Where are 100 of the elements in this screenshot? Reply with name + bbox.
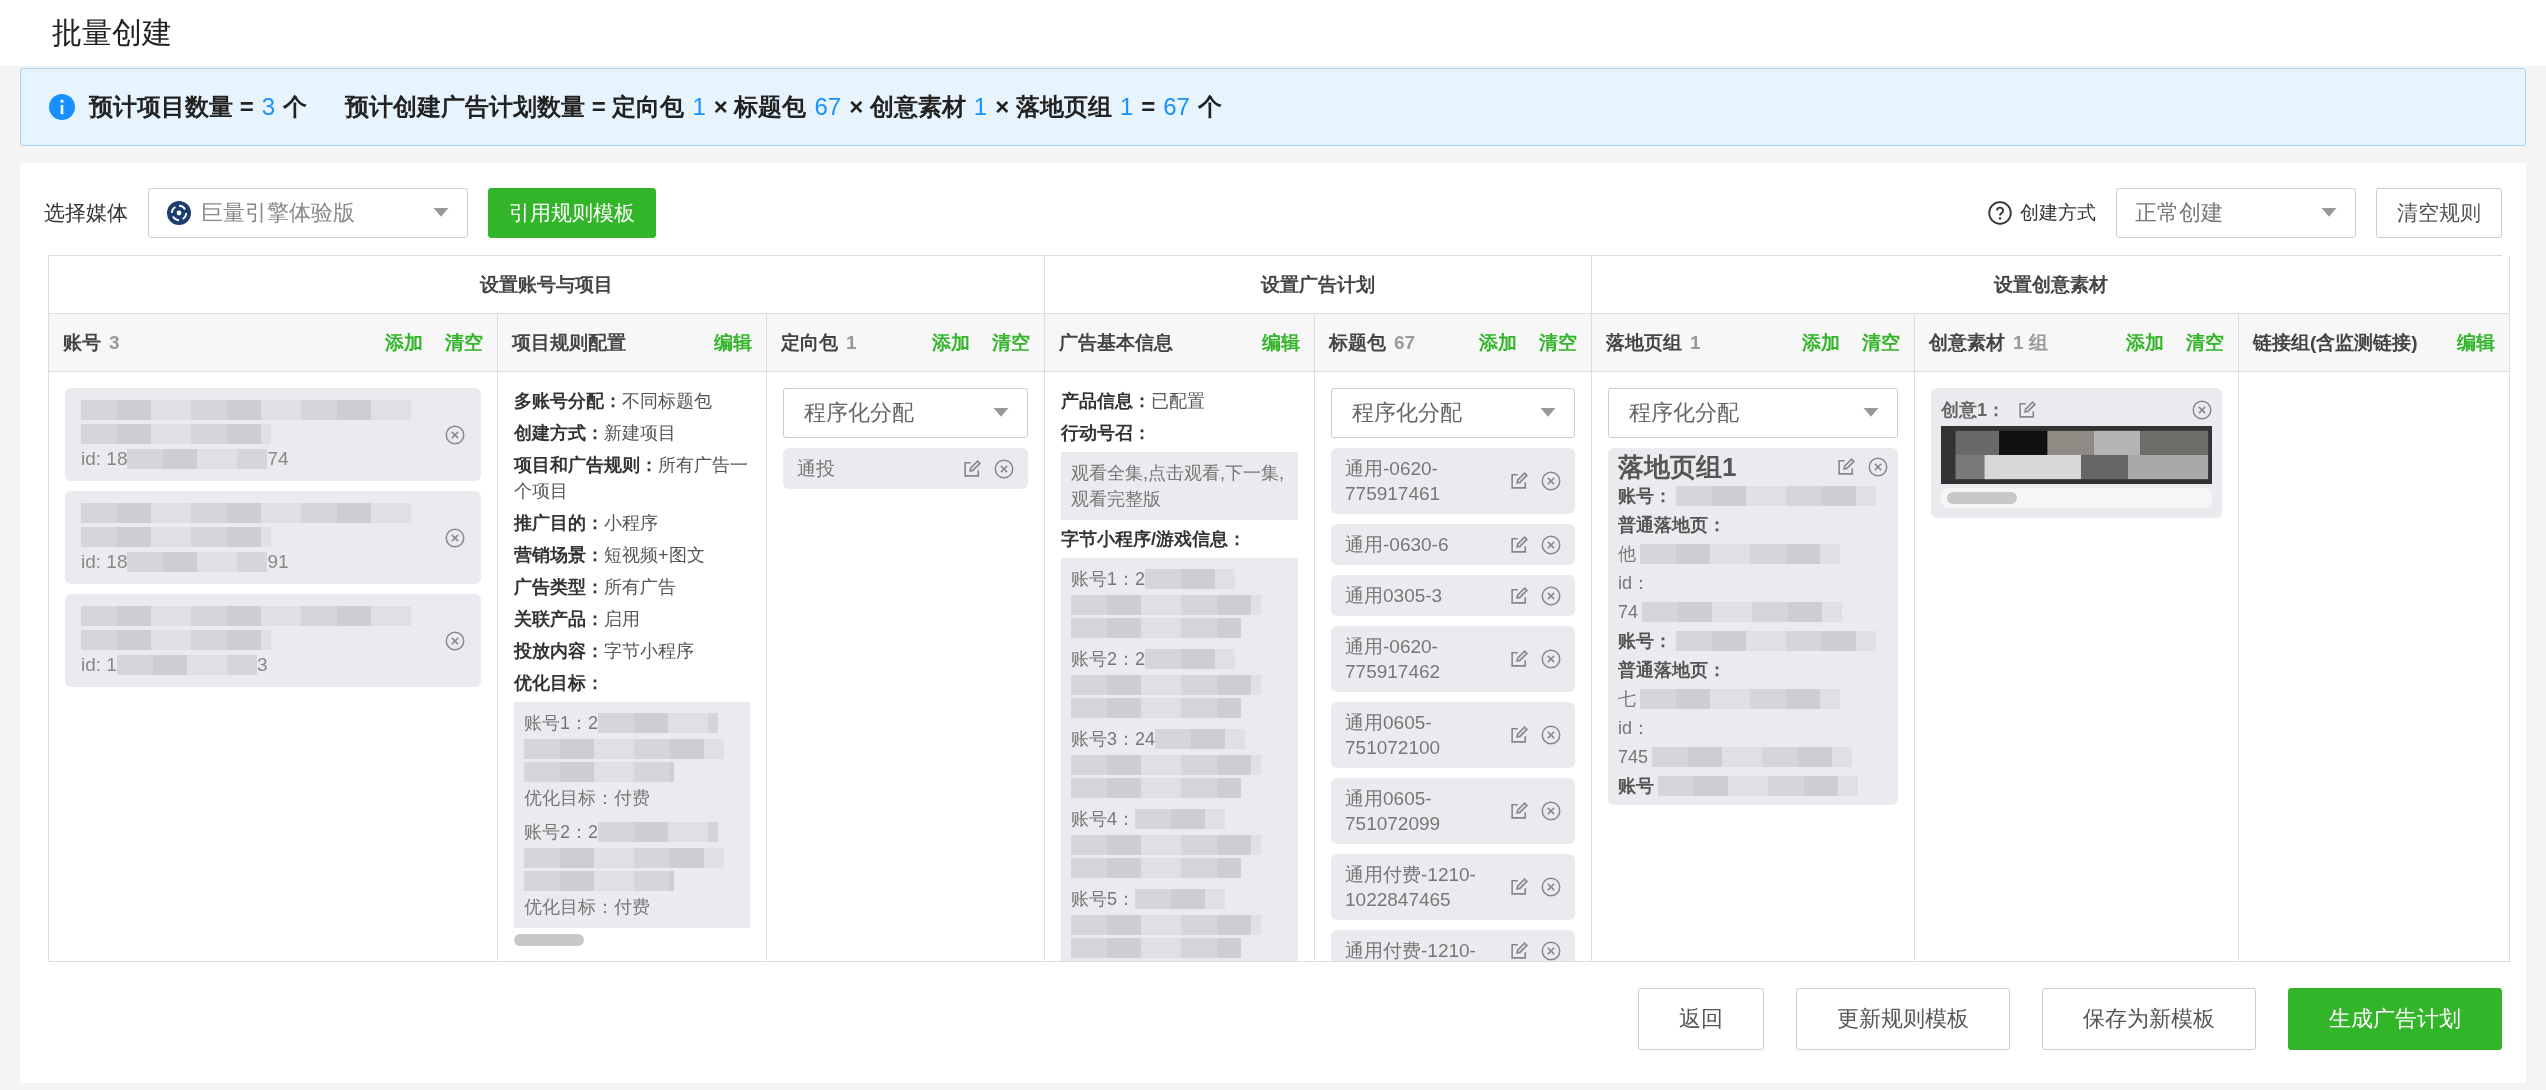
landing-page-text: 他 xyxy=(1618,543,1636,566)
allocation-select[interactable]: 程序化分配 xyxy=(1608,388,1898,438)
landing-page-text: id： xyxy=(1618,572,1650,595)
landing-page-text: 74 xyxy=(1618,601,1639,624)
goal-text: 优化目标：付费 xyxy=(524,896,651,919)
close-icon[interactable] xyxy=(1868,457,1888,477)
column-action-link[interactable]: 清空 xyxy=(1539,329,1577,356)
close-icon[interactable] xyxy=(1541,877,1561,897)
title-item: 通用-0620-775917461 xyxy=(1331,448,1575,514)
cta-label: 行动号召： xyxy=(1061,422,1152,445)
column-action-link[interactable]: 编辑 xyxy=(1262,329,1300,356)
summary-text: 个 xyxy=(1197,92,1222,122)
landing-page-text: 745 xyxy=(1618,746,1649,769)
column-title: 链接组(含监测链接) xyxy=(2253,330,2418,355)
title-item: 通用0605-751072100 xyxy=(1331,702,1575,768)
column-action-link[interactable]: 添加 xyxy=(932,329,970,356)
summary-text: × 标题包 xyxy=(713,92,807,122)
summary-text: × 落地页组 xyxy=(995,92,1112,122)
app-info-label: 字节小程序/游戏信息： xyxy=(1061,528,1247,551)
title-item: 通用0605-751072099 xyxy=(1331,778,1575,844)
edit-icon[interactable] xyxy=(2017,400,2037,420)
column-count: 1 组 xyxy=(2013,330,2048,355)
allocation-select[interactable]: 程序化分配 xyxy=(783,388,1028,438)
close-icon[interactable] xyxy=(445,424,465,445)
close-icon[interactable] xyxy=(445,527,465,548)
close-icon[interactable] xyxy=(445,630,465,651)
caret-down-icon xyxy=(2321,208,2337,218)
edit-icon[interactable] xyxy=(962,458,982,479)
rule-text: 广告类型：所有广告 xyxy=(514,576,677,599)
column-action-link[interactable]: 编辑 xyxy=(714,329,752,356)
account-id: id: 18 xyxy=(81,550,128,573)
rule-text: 项目和广告规则：所有广告一个项目 xyxy=(514,454,749,503)
caret-down-icon xyxy=(433,208,449,218)
app-account: 账号5： xyxy=(1071,888,1135,911)
template-button[interactable]: 引用规则模板 xyxy=(488,188,656,238)
rule-text: 投放内容：字节小程序 xyxy=(514,640,695,663)
close-icon[interactable] xyxy=(1541,725,1561,745)
column-action-link[interactable]: 添加 xyxy=(2126,329,2164,356)
scrollbar[interactable] xyxy=(514,934,584,946)
rule-text: 创建方式：新建项目 xyxy=(514,422,677,445)
scrollbar[interactable] xyxy=(1947,492,2017,504)
edit-icon[interactable] xyxy=(1509,725,1529,745)
media-label: 选择媒体 xyxy=(44,200,128,226)
rule-text: 多账号分配：不同标题包 xyxy=(514,390,713,413)
rule-text: 关联产品：启用 xyxy=(514,608,641,631)
edit-icon[interactable] xyxy=(1509,534,1529,555)
column-title: 项目规则配置 xyxy=(512,330,626,355)
close-icon[interactable] xyxy=(1541,585,1561,606)
media-select[interactable]: 巨量引擎体验版 xyxy=(148,188,468,238)
edit-icon[interactable] xyxy=(1509,877,1529,897)
landing-page-text: id： xyxy=(1618,717,1650,740)
column-action-link[interactable]: 添加 xyxy=(1802,329,1840,356)
title-item: 通用付费-1210-1022847465 xyxy=(1331,854,1575,920)
footer-button[interactable]: 返回 xyxy=(1638,988,1764,1050)
generate-button[interactable]: 生成广告计划 xyxy=(2288,988,2502,1050)
title-item: 通用-0620-775917462 xyxy=(1331,626,1575,692)
logo-icon xyxy=(167,201,191,225)
landing-page-text: 普通落地页： xyxy=(1618,514,1726,537)
create-mode-label: 创建方式 xyxy=(2020,201,2096,225)
account-id: id: 1 xyxy=(81,653,117,676)
goal-account: 账号1：2 xyxy=(524,712,599,735)
app-account: 账号4： xyxy=(1071,808,1135,831)
rule-text: 营销场景：短视频+图文 xyxy=(514,544,706,567)
close-icon[interactable] xyxy=(2192,400,2212,420)
column-action-link[interactable]: 清空 xyxy=(1862,329,1900,356)
close-icon[interactable] xyxy=(1541,649,1561,669)
edit-icon[interactable] xyxy=(1509,649,1529,669)
edit-icon[interactable] xyxy=(1509,471,1529,491)
rule-label: 优化目标： xyxy=(514,672,605,695)
close-icon[interactable] xyxy=(1541,801,1561,821)
app-account: 账号2：2 xyxy=(1071,648,1146,671)
creative-label: 创意1： xyxy=(1941,399,2005,422)
column-action-link[interactable]: 清空 xyxy=(992,329,1030,356)
title-item: 通用付费-1210- xyxy=(1331,930,1575,961)
landing-page-text: 普通落地页： xyxy=(1618,659,1726,682)
footer-button[interactable]: 更新规则模板 xyxy=(1796,988,2010,1050)
column-action-link[interactable]: 添加 xyxy=(385,329,423,356)
close-icon[interactable] xyxy=(1541,534,1561,555)
column-action-link[interactable]: 编辑 xyxy=(2457,329,2495,356)
landing-page-text: 账号 xyxy=(1618,775,1654,798)
summary-count: 1 xyxy=(692,93,706,121)
column-action-link[interactable]: 清空 xyxy=(2186,329,2224,356)
edit-icon[interactable] xyxy=(1509,940,1529,961)
footer-button[interactable]: 保存为新模板 xyxy=(2042,988,2256,1050)
help-icon[interactable] xyxy=(1988,201,2012,225)
column-action-link[interactable]: 添加 xyxy=(1479,329,1517,356)
edit-icon[interactable] xyxy=(1836,457,1856,477)
close-icon[interactable] xyxy=(994,458,1014,479)
summary-text: 个 xyxy=(283,92,308,122)
edit-icon[interactable] xyxy=(1509,801,1529,821)
close-icon[interactable] xyxy=(1541,471,1561,491)
clear-rules-button[interactable]: 清空规则 xyxy=(2376,188,2502,238)
allocation-select[interactable]: 程序化分配 xyxy=(1331,388,1575,438)
cta-text: 观看全集,点击观看,下一集,观看完整版 xyxy=(1061,452,1298,520)
caret-down-icon xyxy=(1863,408,1879,418)
landing-page-text: 账号： xyxy=(1618,630,1672,653)
create-mode-select[interactable]: 正常创建 xyxy=(2116,188,2356,238)
close-icon[interactable] xyxy=(1541,940,1561,961)
column-action-link[interactable]: 清空 xyxy=(445,329,483,356)
edit-icon[interactable] xyxy=(1509,585,1529,606)
